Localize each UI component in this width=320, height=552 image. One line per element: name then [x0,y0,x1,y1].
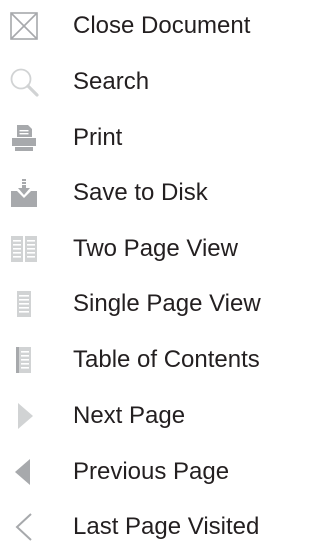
save-to-disk-icon [9,178,39,208]
menu-item-print[interactable]: Print [0,113,289,163]
menu-item-close-document[interactable]: Close Document [0,1,289,51]
menu-item-search[interactable]: Search [0,57,289,107]
menu-item-last-page-visited[interactable]: Last Page Visited [0,502,289,552]
last-page-visited-chevron-icon [9,512,39,542]
next-page-arrow-icon [9,401,39,431]
menu-item-save-to-disk[interactable]: Save to Disk [0,168,289,218]
menu-item-table-of-contents[interactable]: Table of Contents [0,335,289,385]
menu-item-two-page-view[interactable]: Two Page View [0,224,289,274]
menu-item-previous-page[interactable]: Previous Page [0,447,289,497]
search-icon [9,67,39,97]
menu-item-label: Single Page View [73,290,261,317]
menu-item-label: Save to Disk [73,179,208,206]
menu-item-label: Last Page Visited [73,513,260,540]
document-menu: Close Document Search Print Save to Disk… [0,0,289,552]
menu-item-label: Print [73,124,123,151]
menu-item-label: Two Page View [73,235,238,262]
previous-page-arrow-icon [9,457,39,487]
printer-icon [9,123,39,153]
menu-item-label: Next Page [73,402,186,429]
two-page-view-icon [9,234,39,264]
menu-item-label: Previous Page [73,458,230,485]
table-of-contents-icon [9,345,39,375]
single-page-view-icon [9,289,39,319]
menu-item-label: Table of Contents [73,346,260,373]
menu-item-label: Search [73,68,150,95]
menu-item-single-page-view[interactable]: Single Page View [0,279,289,329]
menu-item-label: Close Document [73,12,251,39]
menu-item-next-page[interactable]: Next Page [0,391,289,441]
close-document-icon [9,11,39,41]
